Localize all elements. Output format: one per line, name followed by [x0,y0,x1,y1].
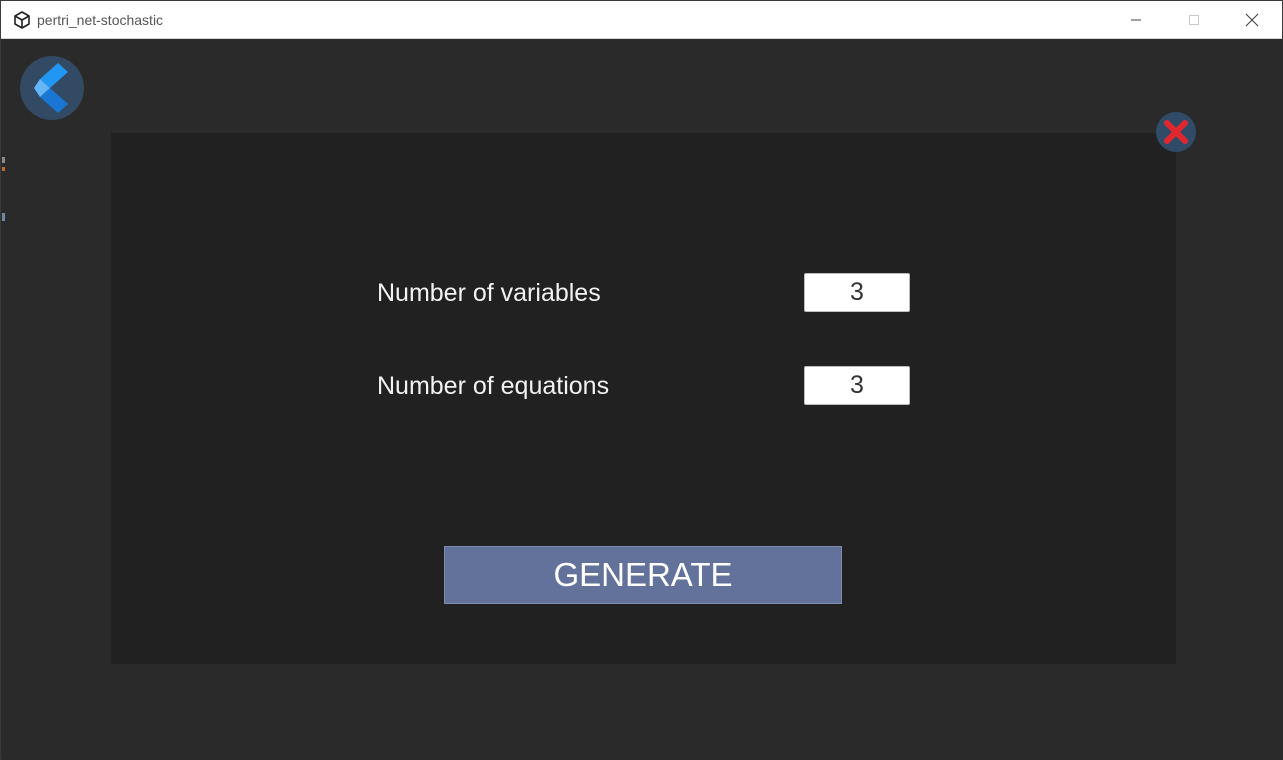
window-close-button[interactable] [1223,1,1281,38]
variables-label: Number of variables [377,279,601,307]
title-bar: pertri_net-stochastic [1,1,1282,39]
edge-markers [2,157,5,221]
window-title: pertri_net-stochastic [37,12,164,28]
back-button[interactable] [20,56,84,120]
maximize-button[interactable] [1165,1,1223,38]
unity-logo-icon [14,11,30,29]
content-area: Number of variables Number of equations … [2,39,1283,760]
generate-button[interactable]: GENERATE [444,546,842,604]
generator-panel: Number of variables Number of equations … [111,133,1176,664]
maximize-icon [1189,14,1199,25]
close-panel-button[interactable] [1156,112,1196,152]
equations-input[interactable] [804,366,910,405]
chevron-left-icon [34,63,68,113]
red-x-icon [1164,120,1188,144]
app-window: pertri_net-stochastic Number of variable… [0,0,1283,760]
variables-input[interactable] [804,273,910,312]
minimize-button[interactable] [1107,1,1165,38]
minimize-icon [1131,19,1141,20]
equations-label: Number of equations [377,372,610,400]
close-icon [1245,13,1259,26]
